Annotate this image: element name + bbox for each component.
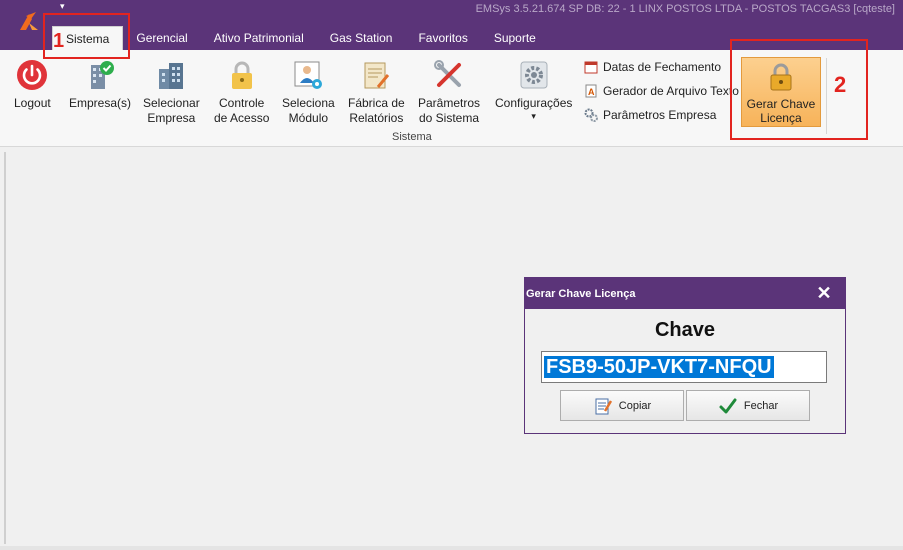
gear-icon (517, 58, 551, 92)
app-window: ▾ EMSys 3.5.21.674 SP DB: 22 - 1 LINX PO… (0, 0, 903, 550)
svg-text:A: A (588, 87, 595, 97)
license-key-field[interactable]: FSB9-50JP-VKT7-NFQU (541, 351, 827, 383)
chevron-down-icon: ▾ (531, 111, 536, 121)
fechar-button[interactable]: Fechar (686, 390, 810, 421)
report-icon (359, 58, 393, 92)
dialog-title: Gerar Chave Licença (526, 287, 636, 300)
controle-de-acesso-label: Controle de Acesso (214, 96, 270, 125)
annotation-number-1: 1 (53, 30, 65, 52)
logout-button[interactable]: Logout (14, 58, 51, 111)
building-icon (154, 58, 188, 92)
copiar-label: Copiar (618, 399, 652, 412)
checkmark-icon (718, 396, 738, 416)
gerador-de-arquivo-texto-button[interactable]: A Gerador de Arquivo Texto (584, 84, 739, 98)
tools-icon (432, 58, 466, 92)
gerar-chave-dialog: Gerar Chave Licença ✕ Chave FSB9-50JP-VK… (524, 277, 846, 434)
padlock-icon (225, 58, 259, 92)
tab-suporte[interactable]: Suporte (481, 26, 549, 50)
empresas-label: Empresa(s) (69, 96, 132, 110)
controle-de-acesso-button[interactable]: Controle de Acesso (214, 58, 269, 126)
parametros-empresa-label: Parâmetros Empresa (603, 108, 717, 122)
datas-de-fechamento-button[interactable]: Datas de Fechamento (584, 60, 721, 74)
fabrica-de-relatorios-button[interactable]: Fábrica de Relatórios (348, 58, 405, 126)
fechar-label: Fechar (743, 399, 779, 412)
fabrica-de-relatorios-label: Fábrica de Relatórios (348, 96, 405, 125)
seleciona-modulo-label: Seleciona Módulo (282, 96, 335, 125)
selecionar-empresa-label: Selecionar Empresa (143, 96, 200, 125)
copiar-button[interactable]: Copiar (560, 390, 684, 421)
quick-access-dropdown-icon[interactable]: ▾ (60, 1, 65, 12)
ribbon-group-label: Sistema (392, 131, 432, 143)
gerador-de-arquivo-texto-label: Gerador de Arquivo Texto (603, 84, 739, 98)
tab-gerencial[interactable]: Gerencial (123, 26, 200, 50)
user-module-icon (291, 58, 325, 92)
building-check-icon (83, 58, 117, 92)
copy-notepad-icon (593, 396, 613, 416)
tab-ativo-patrimonial[interactable]: Ativo Patrimonial (201, 26, 317, 50)
tab-gas-station[interactable]: Gas Station (317, 26, 406, 50)
license-key-value: FSB9-50JP-VKT7-NFQU (544, 356, 774, 378)
selecionar-empresa-button[interactable]: Selecionar Empresa (143, 58, 200, 126)
configuracoes-label: Configurações (495, 96, 573, 110)
parametros-do-sistema-button[interactable]: Parâmetros do Sistema (418, 58, 480, 126)
tab-favoritos[interactable]: Favoritos (405, 26, 480, 50)
annotation-box-2 (730, 39, 868, 140)
calendar-icon (584, 60, 598, 74)
left-splitter[interactable] (4, 152, 6, 544)
parametros-empresa-button[interactable]: Parâmetros Empresa (584, 108, 716, 122)
gears-icon (584, 108, 598, 122)
close-icon[interactable]: ✕ (813, 282, 835, 304)
datas-de-fechamento-label: Datas de Fechamento (603, 60, 722, 74)
parametros-do-sistema-label: Parâmetros do Sistema (418, 96, 481, 125)
status-bar (0, 546, 903, 550)
text-file-icon: A (584, 84, 598, 98)
window-title: EMSys 3.5.21.674 SP DB: 22 - 1 LINX POST… (475, 3, 895, 15)
dialog-title-bar: Gerar Chave Licença ✕ (525, 278, 845, 309)
app-logo-icon (20, 12, 38, 30)
annotation-number-2: 2 (834, 72, 847, 97)
configuracoes-button[interactable]: Configurações ▾ (495, 58, 572, 121)
power-icon (15, 58, 49, 92)
empresas-button[interactable]: Empresa(s) (69, 58, 131, 111)
dialog-heading: Chave (654, 319, 716, 341)
seleciona-modulo-button[interactable]: Seleciona Módulo (282, 58, 335, 126)
logout-label: Logout (14, 96, 51, 110)
